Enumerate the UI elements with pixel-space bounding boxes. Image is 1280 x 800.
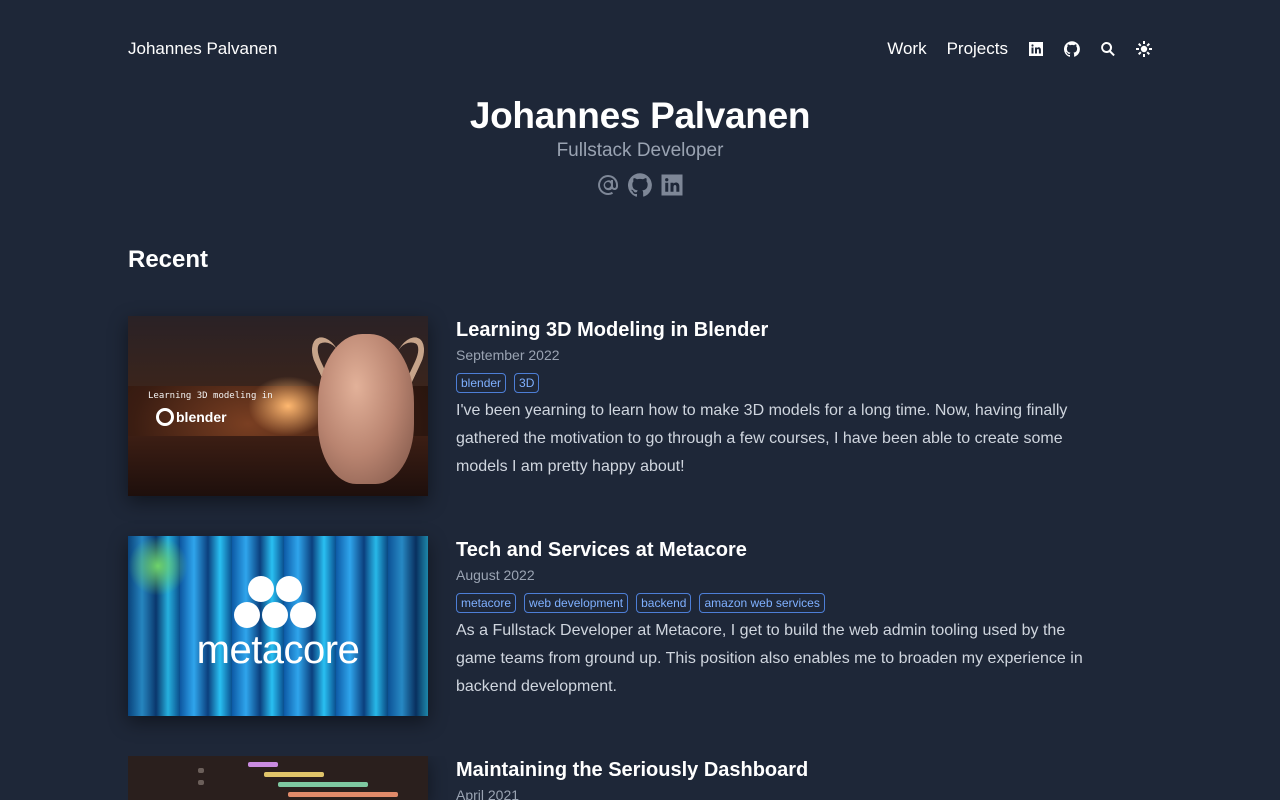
hero-name: Johannes Palvanen: [469, 95, 811, 136]
tag[interactable]: 3D: [514, 373, 540, 393]
tag[interactable]: web development: [524, 593, 629, 613]
post-title[interactable]: Tech and Services at Metacore: [456, 538, 1096, 562]
post-body: Maintaining the Seriously Dashboard Apri…: [456, 756, 808, 800]
email-icon[interactable]: [596, 173, 620, 197]
post-thumbnail[interactable]: metacore: [128, 536, 428, 716]
thumbnail-logo-text: metacore: [196, 628, 360, 672]
post-date: August 2022: [456, 567, 535, 583]
tag-list: blender 3D: [456, 373, 1096, 393]
hero-role: Fullstack Developer: [556, 140, 724, 161]
metacore-logo-icon: [234, 574, 322, 634]
post-thumbnail[interactable]: Learning 3D modeling in blender: [128, 316, 428, 496]
post-date: April 2021: [456, 787, 520, 800]
post-card[interactable]: Learning 3D modeling in blender Learning…: [128, 316, 1108, 496]
nav-menu: Work Projects: [887, 39, 1152, 59]
top-navigation-bar: Johannes Palvanen Work Projects: [128, 36, 1152, 62]
social-links: [0, 173, 1280, 197]
search-icon[interactable]: [1100, 41, 1116, 57]
linkedin-icon[interactable]: [660, 173, 684, 197]
post-date: September 2022: [456, 347, 560, 363]
post-thumbnail[interactable]: [128, 756, 428, 800]
section-title-recent: Recent: [128, 246, 209, 273]
thumbnail-caption: Learning 3D modeling in: [148, 391, 273, 401]
post-body: Learning 3D Modeling in Blender Septembe…: [456, 316, 1096, 496]
post-card[interactable]: metacore Tech and Services at Metacore A…: [128, 536, 1108, 716]
post-description: As a Fullstack Developer at Metacore, I …: [456, 622, 1083, 695]
nav-link-projects[interactable]: Projects: [947, 39, 1008, 59]
post-card[interactable]: Maintaining the Seriously Dashboard Apri…: [128, 756, 1108, 800]
post-title[interactable]: Maintaining the Seriously Dashboard: [456, 758, 808, 782]
github-icon[interactable]: [628, 173, 652, 197]
tag[interactable]: amazon web services: [699, 593, 825, 613]
post-description: I've been yearning to learn how to make …: [456, 402, 1068, 475]
blender-logo-icon: [156, 408, 174, 426]
github-icon[interactable]: [1064, 41, 1080, 57]
tag[interactable]: backend: [636, 593, 692, 613]
site-name-link[interactable]: Johannes Palvanen: [128, 39, 277, 59]
post-body: Tech and Services at Metacore August 202…: [456, 536, 1096, 716]
thumbnail-logo-text: blender: [176, 409, 227, 425]
tag-list: metacore web development backend amazon …: [456, 593, 1096, 613]
post-title[interactable]: Learning 3D Modeling in Blender: [456, 318, 1096, 342]
nav-link-work[interactable]: Work: [887, 39, 926, 59]
tag[interactable]: metacore: [456, 593, 517, 613]
hero-section: Johannes Palvanen Fullstack Developer: [0, 94, 1280, 197]
linkedin-icon[interactable]: [1028, 41, 1044, 57]
tag[interactable]: blender: [456, 373, 507, 393]
theme-toggle-icon[interactable]: [1136, 41, 1152, 57]
